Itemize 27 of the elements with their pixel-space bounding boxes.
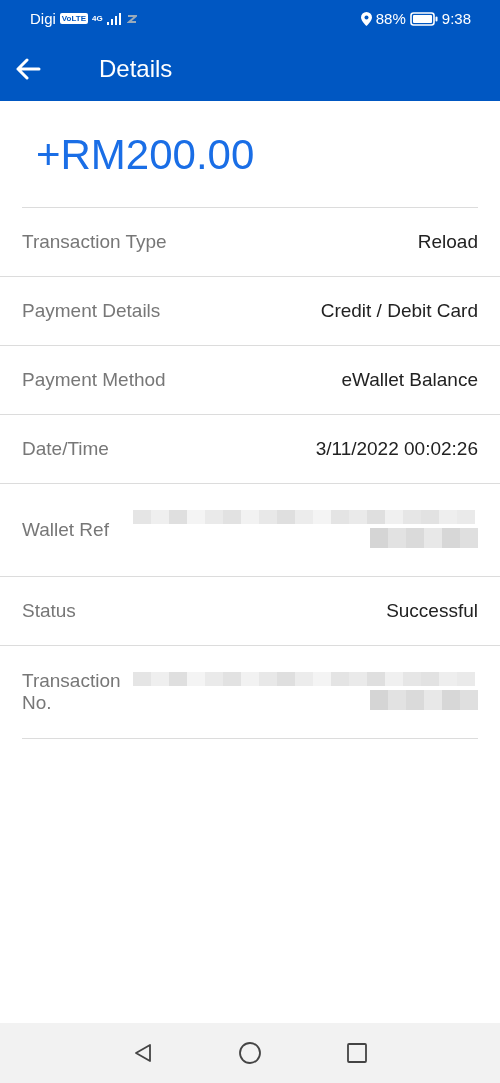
field-label: Date/Time [22, 438, 109, 460]
battery-percent: 88% [375, 10, 406, 27]
field-value: Successful [386, 600, 478, 622]
carrier-name: Digi [30, 10, 56, 27]
screen-title: Details [99, 55, 173, 83]
field-label: Transaction No. [22, 670, 122, 714]
home-icon[interactable] [238, 1041, 262, 1065]
recents-icon[interactable] [346, 1042, 368, 1064]
signal-icon [106, 12, 123, 25]
location-icon [360, 11, 372, 26]
field-value: eWallet Balance [341, 369, 478, 391]
back-icon[interactable] [132, 1042, 154, 1064]
back-arrow-icon [15, 58, 41, 80]
field-label: Status [22, 600, 76, 622]
amount: +RM200.00 [22, 101, 478, 208]
field-label: Transaction Type [22, 231, 167, 253]
field-value: Reload [417, 231, 478, 253]
clock: 9:38 [441, 10, 471, 27]
field-label: Wallet Ref [22, 519, 109, 541]
data-icon [126, 13, 137, 24]
field-label: Payment Method [22, 369, 166, 391]
field-value: Credit / Debit Card [320, 300, 478, 322]
field-label: Payment Details [22, 300, 161, 322]
network-type: 4G [92, 14, 103, 23]
network-badge: VoLTE [59, 13, 88, 24]
battery-icon [409, 11, 438, 26]
field-value: 3/11/2022 00:02:26 [315, 438, 478, 460]
